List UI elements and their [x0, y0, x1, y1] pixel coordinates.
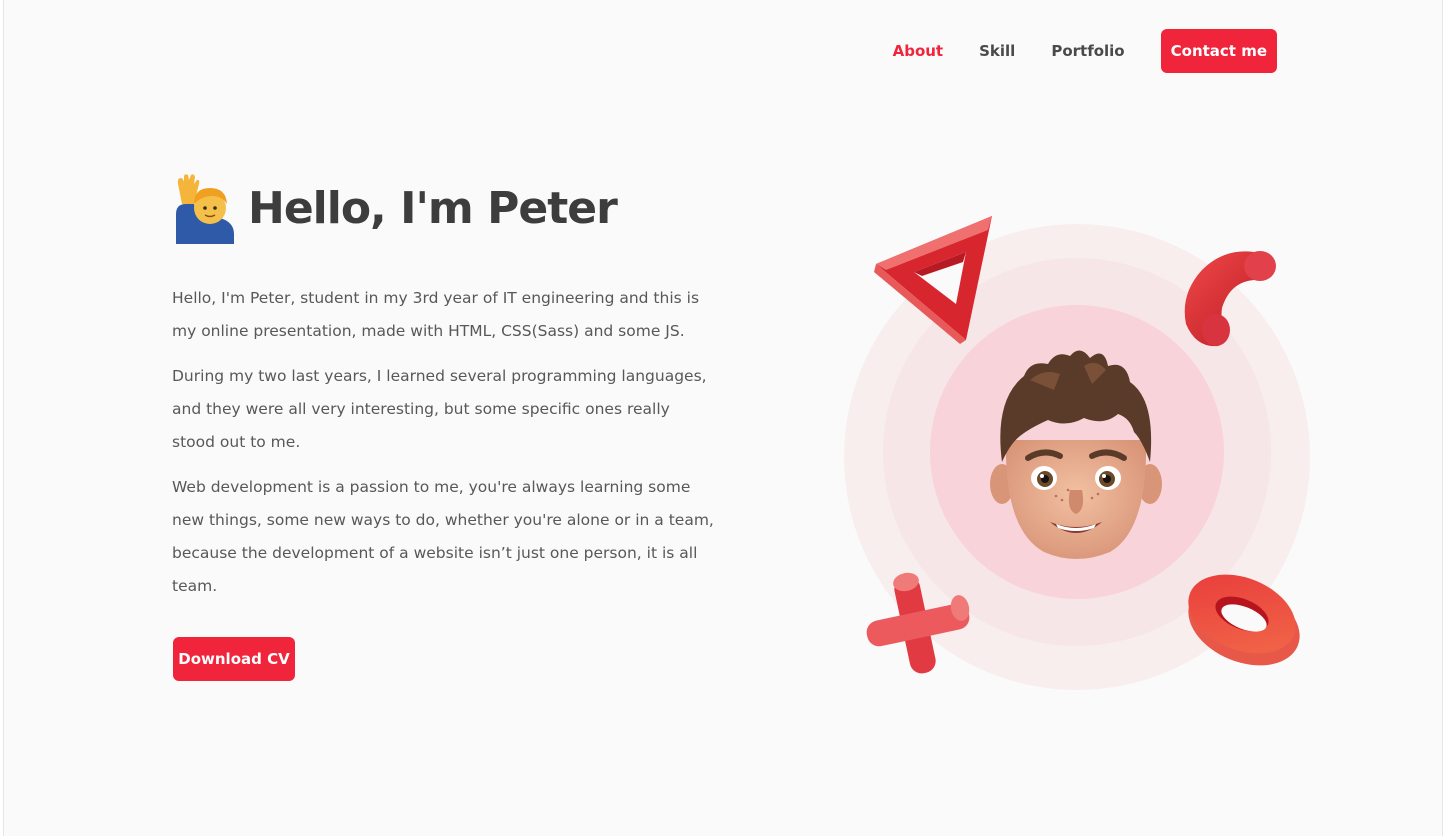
main-nav: About Skill Portfolio Contact me	[857, 29, 1277, 73]
nav-item-skill[interactable]: Skill	[979, 42, 1015, 60]
person-raising-hand-icon	[172, 174, 236, 244]
hero-illustration	[834, 200, 1334, 700]
contact-button[interactable]: Contact me	[1160, 29, 1277, 73]
hero-heading: Hello, I'm Peter	[172, 174, 618, 244]
intro-paragraph-1: Hello, I'm Peter, student in my 3rd year…	[172, 289, 700, 340]
nav-item-portfolio[interactable]: Portfolio	[1051, 42, 1124, 60]
page-title: Hello, I'm Peter	[248, 183, 618, 234]
download-cv-button[interactable]: Download CV	[173, 637, 295, 681]
intro-paragraph-2: During my two last years, I learned seve…	[172, 367, 707, 451]
intro-paragraph-3: Web development is a passion to me, you'…	[172, 478, 714, 595]
intro-text: Hello, I'm Peter, student in my 3rd year…	[172, 282, 717, 615]
page: About Skill Portfolio Contact me Hello, …	[3, 0, 1443, 836]
nav-item-about[interactable]: About	[893, 42, 944, 60]
